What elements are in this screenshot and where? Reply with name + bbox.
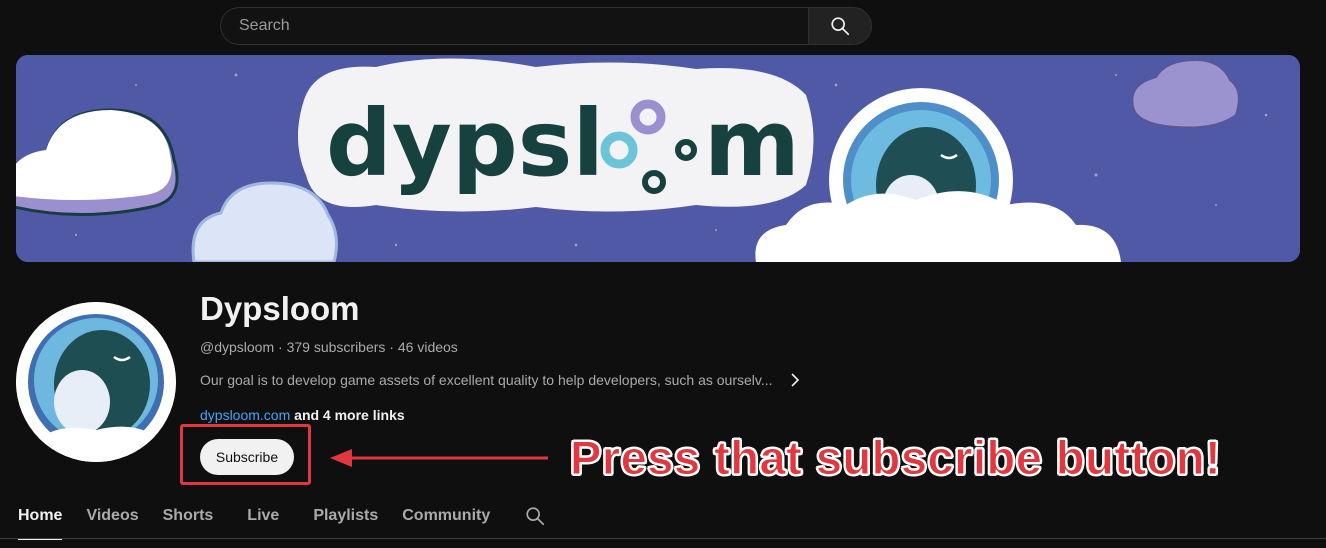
more-links[interactable]: and 4 more links — [290, 407, 405, 423]
chevron-right-icon[interactable] — [787, 372, 803, 388]
tab-playlists[interactable]: Playlists — [313, 507, 378, 525]
separator: · — [274, 339, 287, 355]
channel-avatar[interactable] — [16, 302, 176, 462]
search-icon — [831, 17, 850, 36]
banner-logo-text: dypsl — [326, 90, 604, 197]
channel-banner: dypsl m — [16, 55, 1300, 262]
search-input[interactable] — [237, 16, 808, 36]
channel-tabs: Home Videos Shorts Live Playlists Commun… — [18, 505, 546, 540]
banner-art: dypsl m — [16, 55, 1300, 262]
avatar-image — [16, 302, 176, 462]
tab-live[interactable]: Live — [247, 507, 279, 525]
svg-text:m: m — [704, 90, 800, 197]
channel-handle: @dypsloom — [200, 339, 275, 355]
channel-name: Dypsloom — [200, 290, 360, 327]
subscriber-count: 379 subscribers — [286, 339, 386, 355]
callout-text: Press that subscribe button! — [569, 431, 1222, 485]
search-button[interactable] — [808, 7, 872, 45]
tabs-divider — [0, 538, 1326, 539]
description-text: Our goal is to develop game assets of ex… — [200, 372, 773, 388]
tab-videos[interactable]: Videos — [86, 507, 138, 525]
separator: · — [385, 339, 398, 355]
search-icon[interactable] — [524, 505, 546, 527]
channel-description[interactable]: Our goal is to develop game assets of ex… — [200, 372, 803, 388]
tab-shorts[interactable]: Shorts — [163, 507, 214, 525]
search-bar — [220, 7, 872, 47]
video-count: 46 videos — [397, 339, 458, 355]
search-box[interactable] — [220, 7, 808, 45]
channel-link[interactable]: dypsloom.com — [200, 407, 290, 423]
channel-links: dypsloom.com and 4 more links — [200, 407, 405, 423]
arrow-annotation — [330, 449, 548, 467]
tab-home[interactable]: Home — [18, 507, 63, 540]
channel-meta: @dypsloom · 379 subscribers · 46 videos — [200, 339, 458, 355]
tab-community[interactable]: Community — [402, 507, 490, 525]
subscribe-button[interactable]: Subscribe — [200, 439, 294, 475]
